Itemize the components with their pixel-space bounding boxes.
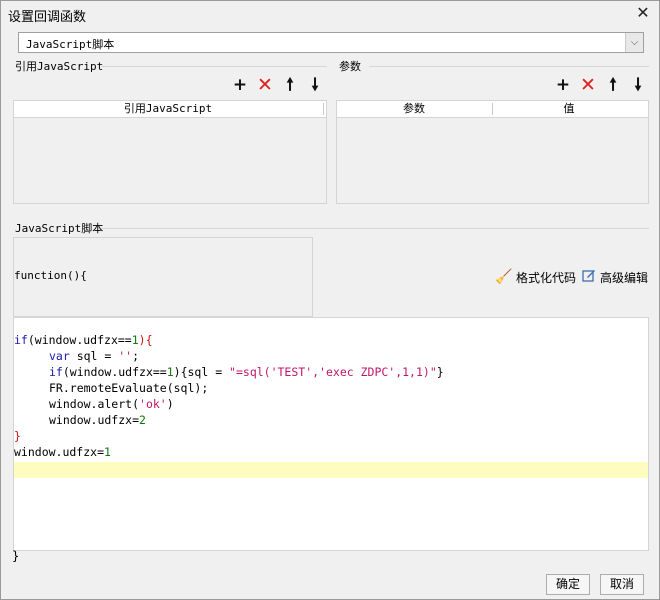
arrow-up-icon[interactable]: 🠕 xyxy=(604,76,622,94)
advanced-edit-link[interactable]: 高级编辑 xyxy=(600,269,648,286)
current-line-highlight xyxy=(14,462,648,478)
param-column-header[interactable]: 参数 xyxy=(337,101,491,117)
params-label: 参数 xyxy=(339,60,361,73)
script-label: JavaScript脚本 xyxy=(15,222,104,235)
broom-icon[interactable]: 🧹 xyxy=(495,269,512,285)
code-line-1: if(window.udfzx==1){ xyxy=(14,333,153,347)
arrow-down-icon[interactable]: 🠗 xyxy=(306,76,324,94)
arrow-down-icon[interactable]: 🠗 xyxy=(629,76,647,94)
title-bar: 设置回调函数 ✕ xyxy=(1,1,659,27)
plus-icon[interactable]: + xyxy=(554,76,572,94)
ref-js-label: 引用JavaScript xyxy=(15,60,104,73)
callback-dialog: 设置回调函数 ✕ JavaScript脚本 ⌵ 引用JavaScript + ✕… xyxy=(0,0,660,600)
plus-icon[interactable]: + xyxy=(231,76,249,94)
arrow-up-icon[interactable]: 🠕 xyxy=(281,76,299,94)
code-editor[interactable]: if(window.udfzx==1){ var sql = ''; if(wi… xyxy=(13,317,649,551)
dialog-title: 设置回调函数 xyxy=(8,10,87,25)
value-column-header[interactable]: 值 xyxy=(493,101,645,117)
script-separator xyxy=(101,228,649,229)
ok-button[interactable]: 确定 xyxy=(546,574,590,595)
column-divider xyxy=(323,103,324,115)
edit-icon[interactable] xyxy=(582,268,596,282)
ref-js-column-header[interactable]: 引用JavaScript xyxy=(14,101,322,117)
ref-js-table[interactable]: 引用JavaScript xyxy=(13,100,327,204)
chevron-down-icon[interactable]: ⌵ xyxy=(625,33,643,52)
script-type-select[interactable]: JavaScript脚本 ⌵ xyxy=(18,32,644,53)
code-line-7: } xyxy=(14,429,21,443)
ref-js-separator xyxy=(101,66,327,67)
function-closing-brace: } xyxy=(12,549,20,563)
function-header: function(){ xyxy=(14,269,87,282)
format-code-link[interactable]: 格式化代码 xyxy=(516,269,576,286)
code-line-2: var sql = ''; xyxy=(49,349,140,363)
code-line-3: if(window.udfzx==1){sql = "=sql('TEST','… xyxy=(49,365,444,379)
code-line-5: window.alert('ok') xyxy=(49,397,174,411)
params-table[interactable]: 参数 值 xyxy=(336,100,649,204)
code-line-6: window.udfzx=2 xyxy=(49,413,146,427)
params-table-header: 参数 值 xyxy=(337,101,648,118)
script-type-value: JavaScript脚本 xyxy=(26,38,115,51)
code-line-8: window.udfzx=1 xyxy=(14,445,111,459)
close-icon[interactable]: ✕ xyxy=(633,3,653,23)
cancel-button[interactable]: 取消 xyxy=(600,574,644,595)
params-separator xyxy=(369,66,649,67)
delete-x-icon[interactable]: ✕ xyxy=(256,76,274,95)
ref-js-table-header: 引用JavaScript xyxy=(14,101,326,118)
function-header-box: function(){ xyxy=(13,237,313,317)
code-line-4: FR.remoteEvaluate(sql); xyxy=(49,381,209,395)
delete-x-icon[interactable]: ✕ xyxy=(579,76,597,95)
